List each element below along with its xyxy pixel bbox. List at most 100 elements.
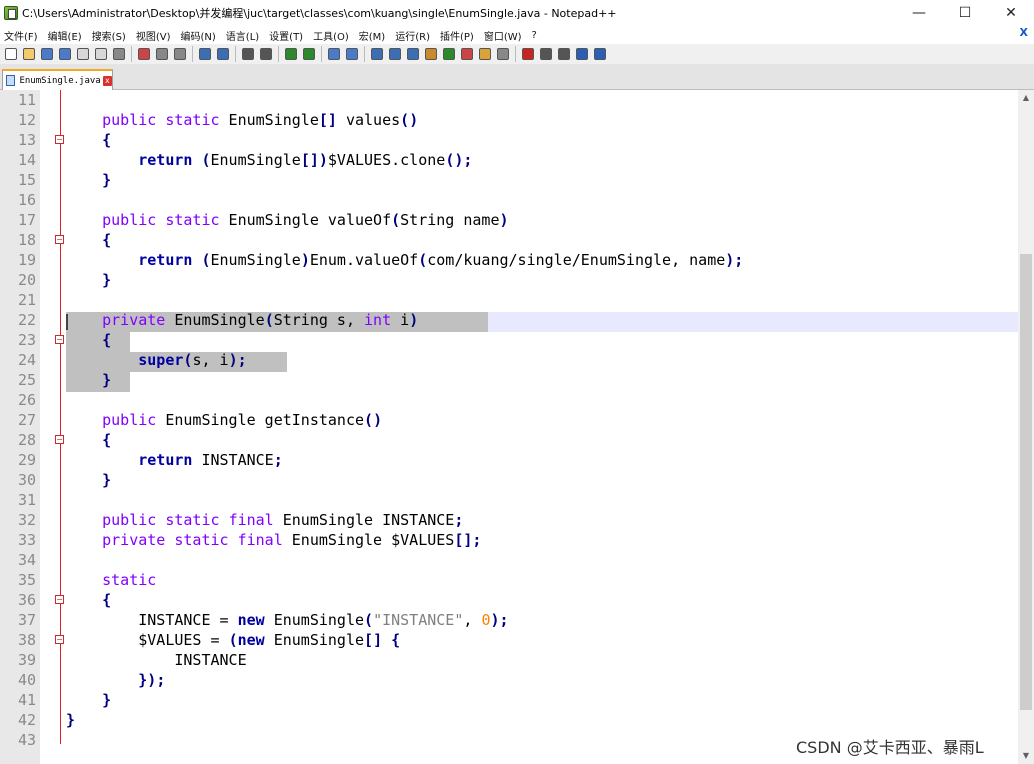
menu-view[interactable]: 视图(V) [132,28,177,43]
record-macro-icon[interactable] [519,46,536,62]
menu-macro[interactable]: 宏(M) [355,28,391,43]
language-icon[interactable] [422,46,439,62]
code-editor[interactable]: 11 12 public static EnumSingle[] values()… [0,90,1034,764]
maximize-button[interactable]: ☐ [942,0,988,26]
code-line: 22 private EnumSingle(String s, int i) [0,310,1018,330]
play-macro-icon[interactable] [555,46,572,62]
close-icon[interactable] [74,46,91,62]
stop-record-icon[interactable] [537,46,554,62]
fold-toggle-icon[interactable]: − [55,635,64,644]
undo-icon[interactable] [196,46,213,62]
line-number: 22 [17,311,36,329]
replace-icon[interactable] [257,46,274,62]
folder-workspace-icon[interactable] [476,46,493,62]
fold-toggle-icon[interactable]: − [55,435,64,444]
code-text: $VALUES = (new EnumSingle[] { [66,631,401,649]
line-number: 38 [17,631,36,649]
zoom-out-icon[interactable] [300,46,317,62]
code-text: } [102,691,112,709]
open-file-icon-glyph [22,48,35,60]
close-document-button[interactable]: X [1020,26,1028,39]
line-number: 42 [17,711,36,729]
doc-map-icon[interactable] [440,46,457,62]
close-window-button[interactable]: ✕ [988,0,1034,26]
code-text: } [102,471,112,489]
menu-settings[interactable]: 设置(T) [265,28,309,43]
new-file-icon[interactable] [2,46,19,62]
scroll-down-arrow-icon[interactable]: ▼ [1018,748,1034,764]
code-line: 24 super(s, i); [0,350,1018,370]
menu-run[interactable]: 运行(R) [391,28,436,43]
code-line: 28 − { [0,430,1018,450]
cut-icon-glyph [137,48,150,60]
close-all-icon-glyph [94,48,107,60]
monitor-icon[interactable] [494,46,511,62]
line-number: 16 [17,191,36,209]
menu-search[interactable]: 搜索(S) [88,28,132,43]
menu-window[interactable]: 窗口(W) [480,28,528,43]
code-line: 12 public static EnumSingle[] values() [0,110,1018,130]
zoom-in-icon[interactable] [282,46,299,62]
function-list-icon-glyph [460,48,473,60]
menu-plugins[interactable]: 插件(P) [436,28,480,43]
doc-map-icon-glyph [442,48,455,60]
function-list-icon[interactable] [458,46,475,62]
tab-enumsingle-java[interactable]: EnumSingle.java x [2,69,113,90]
close-icon-glyph [76,48,89,60]
record-macro-icon-glyph [521,48,534,60]
show-all-chars-icon[interactable] [386,46,403,62]
menu-edit[interactable]: 编辑(E) [44,28,88,43]
close-all-icon[interactable] [92,46,109,62]
copy-icon[interactable] [153,46,170,62]
minimize-button[interactable]: — [896,0,942,26]
save-macro-icon[interactable] [591,46,608,62]
scrollbar-thumb[interactable] [1020,254,1032,710]
save-all-icon[interactable] [56,46,73,62]
csdn-watermark: CSDN @艾卡西亚、暴雨L [796,738,984,757]
monitor-icon-glyph [496,48,509,60]
show-all-chars-icon-glyph [388,48,401,60]
toolbar-separator [515,46,516,62]
tab-close-icon[interactable]: x [102,75,112,86]
code-line: 27 public EnumSingle getInstance() [0,410,1018,430]
code-text: { [102,131,112,149]
menu-file[interactable]: 文件(F) [0,28,44,43]
line-number: 19 [17,251,36,269]
run-macro-multiple-icon[interactable] [573,46,590,62]
save-macro-icon-glyph [593,48,606,60]
cut-icon[interactable] [135,46,152,62]
find-icon[interactable] [239,46,256,62]
redo-icon[interactable] [214,46,231,62]
window-title: C:\Users\Administrator\Desktop\并发编程\juc\… [22,7,617,20]
sync-vertical-icon[interactable] [325,46,342,62]
sync-horizontal-icon[interactable] [343,46,360,62]
menu-language[interactable]: 语言(L) [222,28,265,43]
print-icon[interactable] [110,46,127,62]
code-text: return (EnumSingle[])$VALUES.clone(); [138,151,473,169]
word-wrap-icon[interactable] [368,46,385,62]
code-line: 25 } [0,370,1018,390]
open-file-icon[interactable] [20,46,37,62]
indent-guide-icon[interactable] [404,46,421,62]
menu-encoding[interactable]: 编码(N) [177,28,222,43]
fold-toggle-icon[interactable]: − [55,135,64,144]
line-number: 41 [17,691,36,709]
scroll-up-arrow-icon[interactable]: ▲ [1018,90,1034,106]
indent-guide-icon-glyph [406,48,419,60]
copy-icon-glyph [155,48,168,60]
vertical-scrollbar[interactable]: ▲ ▼ [1018,90,1034,764]
new-file-icon-glyph [4,48,17,60]
code-line: 13 − { [0,130,1018,150]
code-text: private EnumSingle(String s, int i) [102,311,419,329]
fold-toggle-icon[interactable]: − [55,235,64,244]
save-icon[interactable] [38,46,55,62]
fold-toggle-icon[interactable]: − [55,335,64,344]
menu-help[interactable]: ? [528,30,543,41]
menu-tools[interactable]: 工具(O) [309,28,355,43]
code-line: 19 return (EnumSingle)Enum.valueOf(com/k… [0,250,1018,270]
redo-icon-glyph [216,48,229,60]
code-line: 40 }); [0,670,1018,690]
fold-toggle-icon[interactable]: − [55,595,64,604]
paste-icon[interactable] [171,46,188,62]
line-number: 13 [17,131,36,149]
